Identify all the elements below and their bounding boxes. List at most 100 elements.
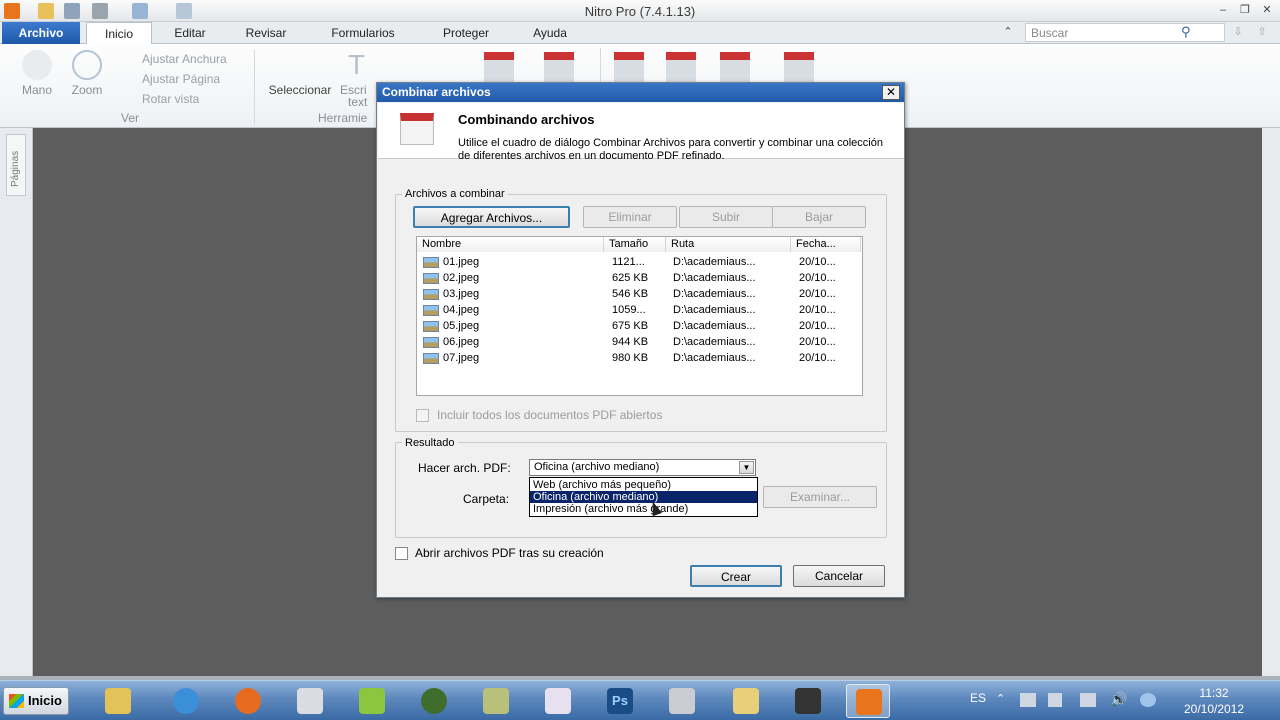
move-up-button[interactable]: Subir [679, 206, 773, 228]
search-input[interactable]: Buscar ⚲ [1025, 23, 1225, 42]
include-open-checkbox[interactable] [416, 409, 429, 422]
arrow-up-icon[interactable]: ⇧ [1254, 25, 1270, 40]
column-header-name[interactable]: Nombre [417, 237, 604, 252]
rotate-view-button[interactable]: Rotar vista [142, 92, 199, 106]
file-name: 06.jpeg [443, 336, 480, 348]
show-hidden-icons-icon[interactable]: ⌃ [996, 692, 1005, 705]
dialog-header-title: Combinando archivos [458, 112, 595, 127]
fit-width-button[interactable]: Ajustar Anchura [142, 52, 227, 66]
internet-explorer-taskbar-icon[interactable] [164, 684, 208, 718]
create-button[interactable]: Crear [690, 565, 782, 587]
to-rtf-icon[interactable] [784, 52, 814, 82]
tab-formularios[interactable]: Formularios [316, 22, 410, 44]
sync-icon[interactable] [1140, 693, 1156, 707]
arrow-down-icon[interactable]: ⇩ [1230, 25, 1246, 40]
start-button[interactable]: Inicio [3, 687, 69, 715]
pdf-quality-value: Oficina (archivo mediano) [534, 461, 660, 473]
explorer-taskbar-icon[interactable] [96, 684, 140, 718]
zoom-icon[interactable] [72, 50, 102, 80]
file-row[interactable]: 07.jpeg 980 KB D:\academiaus... 20/10... [417, 350, 862, 366]
snipping-tool-taskbar-icon[interactable] [288, 684, 332, 718]
vertical-scrollbar[interactable] [1262, 128, 1280, 680]
pdf-quality-select[interactable]: Oficina (archivo mediano) ▼ [529, 459, 756, 476]
select-tool-label[interactable]: Seleccionar [262, 83, 338, 97]
search-icon[interactable]: ⚲ [1181, 24, 1191, 40]
to-word-icon[interactable] [614, 52, 644, 82]
minimize-icon[interactable]: – [1215, 3, 1231, 18]
dropdown-option-office[interactable]: Oficina (archivo mediano) [530, 491, 757, 503]
signature-icon[interactable] [412, 50, 442, 80]
type-text-icon[interactable]: T [348, 50, 378, 80]
maximize-icon[interactable]: ❐ [1237, 3, 1253, 18]
files-list[interactable]: Nombre Tamaño Ruta Fecha... 01.jpeg 1121.… [416, 236, 863, 396]
dropdown-option-print[interactable]: Impresión (archivo más grande) [530, 503, 757, 515]
combine-files-icon [400, 113, 434, 145]
column-header-path[interactable]: Ruta [666, 237, 791, 252]
google-earth-taskbar-icon[interactable] [412, 684, 456, 718]
file-name: 05.jpeg [443, 320, 480, 332]
dropdown-option-web[interactable]: Web (archivo más pequeño) [530, 479, 757, 491]
create-pdf-icon[interactable] [484, 52, 514, 82]
browse-button[interactable]: Examinar... [763, 486, 877, 508]
android-taskbar-icon[interactable] [350, 684, 394, 718]
tab-revisar[interactable]: Revisar [234, 22, 298, 44]
firefox-taskbar-icon[interactable] [226, 684, 270, 718]
tab-inicio[interactable]: Inicio [86, 22, 152, 45]
column-header-size[interactable]: Tamaño [604, 237, 666, 252]
file-size: 546 KB [612, 288, 649, 300]
signal-icon[interactable] [1080, 693, 1096, 707]
file-row[interactable]: 03.jpeg 546 KB D:\academiaus... 20/10... [417, 286, 862, 302]
file-size: 1059... [612, 304, 646, 316]
select-icon[interactable] [284, 52, 304, 82]
make-pdf-label: Hacer arch. PDF: [418, 461, 511, 475]
printer-taskbar-icon[interactable] [660, 684, 704, 718]
write-text-label-2[interactable]: text [348, 95, 378, 109]
file-date: 20/10... [799, 336, 836, 348]
hand-tool-label[interactable]: Mano [12, 83, 62, 97]
file-row[interactable]: 01.jpeg 1121... D:\academiaus... 20/10... [417, 254, 862, 270]
notes-taskbar-icon[interactable] [474, 684, 518, 718]
remove-button[interactable]: Eliminar [583, 206, 677, 228]
zoom-tool-label[interactable]: Zoom [62, 83, 112, 97]
tab-editar[interactable]: Editar [160, 22, 220, 44]
to-image-icon[interactable] [720, 52, 750, 82]
pages-tab[interactable]: Páginas [6, 134, 26, 196]
nitro-pro-taskbar-icon[interactable] [846, 684, 890, 718]
fit-page-button[interactable]: Ajustar Página [142, 72, 220, 86]
photoshop-taskbar-icon[interactable]: Ps [598, 684, 642, 718]
collapse-ribbon-icon[interactable]: ⌃ [1000, 25, 1016, 40]
onenote-taskbar-icon[interactable] [536, 684, 580, 718]
file-name: 02.jpeg [443, 272, 480, 284]
pdf-quality-dropdown[interactable]: Web (archivo más pequeño) Oficina (archi… [529, 477, 758, 517]
cancel-button[interactable]: Cancelar [793, 565, 885, 587]
volume-icon[interactable]: 🔊 [1110, 691, 1127, 708]
usb-icon[interactable] [1048, 693, 1062, 707]
clock-time: 11:32 [1199, 686, 1229, 700]
chevron-down-icon[interactable]: ▼ [739, 461, 754, 474]
file-row[interactable]: 02.jpeg 625 KB D:\academiaus... 20/10... [417, 270, 862, 286]
camera-taskbar-icon[interactable] [786, 684, 830, 718]
open-after-checkbox[interactable] [395, 547, 408, 560]
hand-icon[interactable] [22, 50, 52, 80]
tab-archivo[interactable]: Archivo [2, 22, 80, 44]
dialog-close-button[interactable]: ✕ [882, 85, 900, 100]
ribbon-tabs: Archivo Inicio Editar Revisar Formulario… [0, 22, 1280, 45]
add-files-button[interactable]: Agregar Archivos... [413, 206, 570, 228]
move-down-button[interactable]: Bajar [772, 206, 866, 228]
file-row[interactable]: 06.jpeg 944 KB D:\academiaus... 20/10... [417, 334, 862, 350]
to-excel-icon[interactable] [666, 52, 696, 82]
clock-date: 20/10/2012 [1183, 702, 1245, 716]
combine-files-icon[interactable] [544, 52, 574, 82]
tab-ayuda[interactable]: Ayuda [520, 22, 580, 44]
file-row[interactable]: 05.jpeg 675 KB D:\academiaus... 20/10... [417, 318, 862, 334]
column-header-date[interactable]: Fecha... [791, 237, 861, 252]
folder-taskbar-icon[interactable] [724, 684, 768, 718]
close-icon[interactable]: ✕ [1259, 3, 1275, 18]
file-row[interactable]: 04.jpeg 1059... D:\academiaus... 20/10... [417, 302, 862, 318]
clock[interactable]: 11:32 20/10/2012 [1170, 685, 1258, 717]
file-date: 20/10... [799, 272, 836, 284]
tab-proteger[interactable]: Proteger [430, 22, 502, 44]
network-icon[interactable] [1020, 693, 1036, 707]
file-path: D:\academiaus... [673, 288, 756, 300]
language-indicator[interactable]: ES [970, 691, 986, 705]
